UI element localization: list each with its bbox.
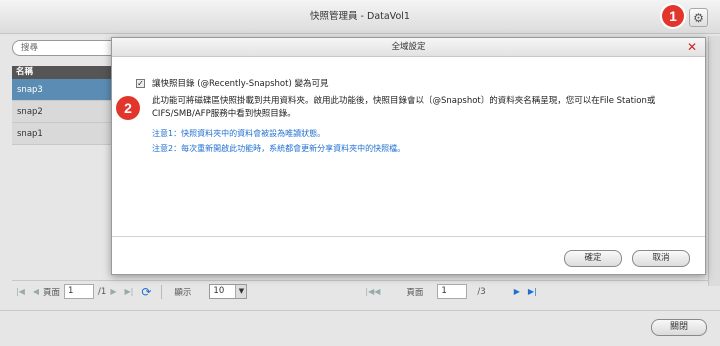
ok-button[interactable]: 確定 — [564, 250, 622, 267]
page-size-select[interactable]: 10 ▼ — [209, 284, 248, 299]
chevron-down-icon: ▼ — [235, 285, 247, 298]
page-total: /1 — [98, 286, 107, 297]
page-label: 頁面 — [406, 287, 424, 298]
footer-divider — [0, 310, 720, 311]
page-size-value: 10 — [213, 286, 225, 296]
page-input[interactable]: 1 — [64, 284, 95, 299]
global-settings-dialog: 全域設定 ✕ ✓ 讓快照目錄 (@Recently-Snapshot) 變為可見… — [111, 37, 706, 275]
dialog-footer: 確定 取消 — [112, 236, 705, 274]
dialog-title: 全域設定 — [391, 42, 426, 52]
next-page-icon[interactable]: ▶ — [110, 287, 116, 296]
list-item[interactable]: snap2 — [12, 101, 112, 123]
first-page-icon[interactable]: |◀ — [16, 287, 25, 296]
close-icon[interactable]: ✕ — [687, 38, 697, 57]
gear-icon: ⚙ — [693, 10, 704, 25]
last-page-icon[interactable]: ▶| — [124, 287, 133, 296]
note-1: 注意1：快照資料夾中的資料會被設為唯讀狀態。 — [152, 129, 326, 138]
feature-description: 此功能可將磁碟區快照掛載到共用資料夾。啟用此功能後，快照目錄會以〔@Snapsh… — [152, 96, 656, 119]
refresh-icon[interactable]: ⟳ — [141, 285, 151, 299]
list-item[interactable]: snap1 — [12, 123, 112, 145]
show-label: 顯示 — [174, 287, 192, 298]
list-item[interactable]: snap3 — [12, 79, 112, 101]
window-title: 快照管理員 - DataVol1 — [0, 0, 720, 34]
settings-button[interactable]: ⚙ — [689, 8, 708, 27]
divider — [161, 284, 163, 299]
first-page-icon[interactable]: |◀◀ — [365, 287, 380, 296]
callout-marker-2: 2 — [116, 96, 140, 120]
next-page-icon[interactable]: ▶ — [514, 287, 520, 296]
page-label: 頁面 — [43, 287, 61, 298]
snapshot-visible-checkbox[interactable]: ✓ — [136, 78, 145, 88]
dialog-title-bar: 全域設定 ✕ — [112, 38, 705, 57]
snapshot-list: 名稱 snap3 snap2 snap1 — [12, 66, 112, 145]
callout-marker-1: 1 — [662, 5, 684, 27]
page-total: /3 — [477, 286, 486, 297]
page-input[interactable]: 1 — [437, 284, 468, 299]
checkbox-label: 讓快照目錄 (@Recently-Snapshot) 變為可見 — [152, 79, 329, 89]
cancel-button[interactable]: 取消 — [632, 250, 690, 267]
note-2: 注意2：每次重新開啟此功能時，系統都會更新分享資料夾中的快照檔。 — [152, 144, 406, 153]
pager-bar: |◀ ◀ 頁面 1 /1 ▶ ▶| ⟳ 顯示 10 ▼ |◀◀ 頁面 1 /3 … — [12, 280, 708, 302]
list-header-name[interactable]: 名稱 — [12, 66, 112, 79]
window-side-panel — [708, 36, 720, 286]
last-page-icon[interactable]: ▶| — [528, 287, 537, 296]
prev-page-icon[interactable]: ◀ — [33, 287, 39, 296]
close-button[interactable]: 關閉 — [651, 319, 707, 336]
